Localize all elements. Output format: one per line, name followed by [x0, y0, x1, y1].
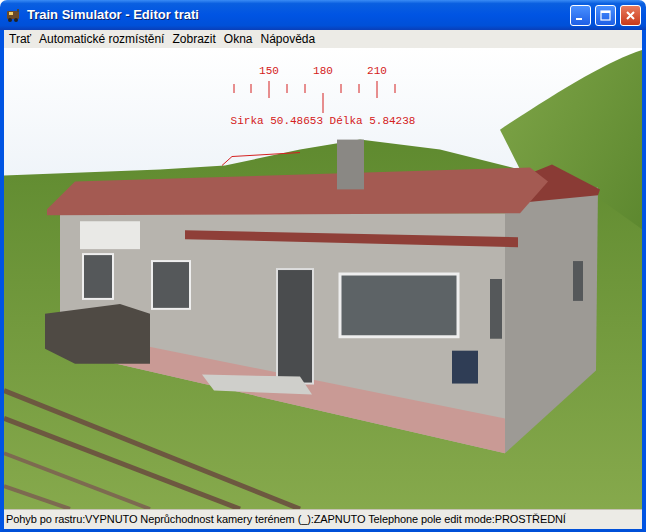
- scene-view[interactable]: [4, 48, 642, 509]
- editor-window: Train Simulator - Editor trati TraťAutom…: [0, 0, 646, 532]
- track-viewport[interactable]: 150180210 Sirka 50.486: [4, 48, 642, 509]
- compass-overlay: 150180210 Sirka 50.486: [218, 65, 428, 128]
- maximize-button[interactable]: [595, 5, 616, 26]
- menu-item[interactable]: Trať: [5, 30, 35, 48]
- menu-item[interactable]: Automatické rozmístění: [35, 30, 168, 48]
- minimize-icon: [574, 9, 587, 22]
- close-button[interactable]: [620, 5, 641, 26]
- coordinates-readout: Sirka 50.48653 Délka 5.84238: [218, 115, 428, 128]
- maximize-icon: [599, 9, 612, 22]
- window-controls: [570, 5, 641, 26]
- compass-ticks-icon: [228, 81, 418, 113]
- title-bar[interactable]: Train Simulator - Editor trati: [0, 0, 646, 30]
- compass-label: 210: [350, 65, 404, 78]
- menu-bar: TraťAutomatické rozmístěníZobrazitOknaNá…: [4, 30, 642, 48]
- menu-item[interactable]: Nápověda: [257, 30, 320, 48]
- compass-label: 150: [242, 65, 296, 78]
- train-icon: [6, 7, 22, 23]
- menu-item[interactable]: Zobrazit: [168, 30, 219, 48]
- window-title: Train Simulator - Editor trati: [27, 5, 199, 25]
- close-icon: [624, 9, 637, 22]
- minimize-button[interactable]: [570, 5, 591, 26]
- status-bar: Pohyb po rastru:VYPNUTO Neprůchodnost ka…: [4, 509, 642, 529]
- window-frame: TraťAutomatické rozmístěníZobrazitOknaNá…: [0, 30, 646, 532]
- menu-item[interactable]: Okna: [220, 30, 257, 48]
- compass-labels: 150180210: [218, 65, 428, 78]
- compass-label: 180: [296, 65, 350, 78]
